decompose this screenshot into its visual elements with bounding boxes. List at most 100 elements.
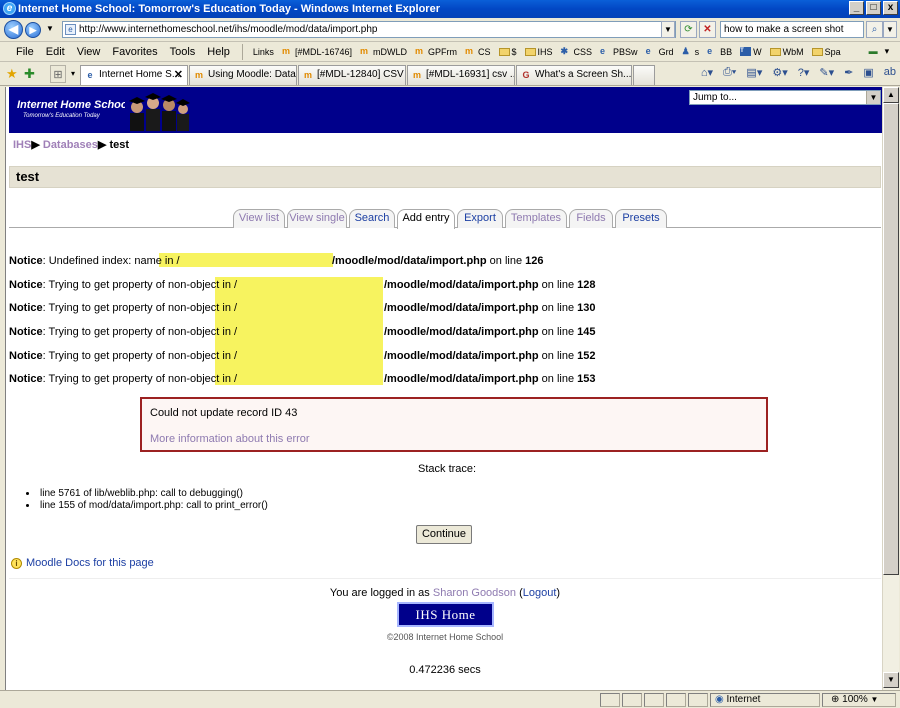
ihs-home-button[interactable]: IHS Home bbox=[397, 602, 494, 627]
new-tab-button[interactable] bbox=[633, 65, 655, 85]
link-bb[interactable]: e BB bbox=[703, 47, 736, 57]
browser-tab-5[interactable]: G What's a Screen Sh... bbox=[516, 65, 632, 85]
tab-templates[interactable]: Templates bbox=[505, 209, 567, 228]
minimize-button[interactable]: _ bbox=[849, 1, 864, 15]
error-message: Could not update record ID 43 bbox=[150, 407, 298, 419]
breadcrumb-databases[interactable]: Databases bbox=[43, 139, 98, 151]
page-icon: e bbox=[65, 24, 76, 35]
menu-favorites[interactable]: Favorites bbox=[106, 46, 163, 58]
blog-icon[interactable]: ✒ bbox=[844, 66, 853, 79]
link-dollar[interactable]: $ bbox=[495, 47, 521, 57]
tab-view-list[interactable]: View list bbox=[233, 209, 285, 228]
tab-view-single[interactable]: View single bbox=[287, 209, 347, 228]
page-menu-icon[interactable]: ▤▾ bbox=[746, 66, 762, 79]
site-header: Internet Home School Tomorrow's Educatio… bbox=[9, 87, 882, 133]
toolbar-icon: ▬ bbox=[868, 46, 878, 56]
copyright: ©2008 Internet Home School bbox=[386, 632, 504, 642]
globe-icon: ◉ bbox=[715, 694, 724, 705]
home-icon[interactable]: ⌂▾ bbox=[701, 66, 713, 79]
jump-to-select[interactable]: Jump to... ▼ bbox=[689, 90, 881, 105]
link-ihs[interactable]: IHS bbox=[521, 47, 557, 57]
moodle-icon: m bbox=[303, 70, 312, 80]
address-dropdown-icon[interactable]: ▼ bbox=[661, 21, 675, 38]
toolbar-options-icon[interactable]: ▬ ▾ bbox=[865, 46, 894, 57]
tab-export[interactable]: Export bbox=[457, 209, 503, 228]
tools-menu-icon[interactable]: ⚙▾ bbox=[772, 66, 787, 79]
links-label: Links bbox=[252, 46, 274, 57]
link-mdl-16746[interactable]: m [#MDL-16746] bbox=[278, 47, 356, 57]
site-logo[interactable]: Internet Home School Tomorrow's Educatio… bbox=[17, 99, 131, 119]
link-grd[interactable]: e Grd bbox=[642, 47, 678, 57]
link-spa[interactable]: Spa bbox=[808, 47, 845, 57]
folder-icon bbox=[498, 47, 510, 56]
error-more-info-link[interactable]: More information about this error bbox=[150, 433, 310, 445]
link-s[interactable]: ♟ s bbox=[678, 47, 704, 57]
research-icon[interactable]: ✎▾ bbox=[819, 66, 834, 79]
close-button[interactable]: x bbox=[883, 1, 898, 15]
menu-edit[interactable]: Edit bbox=[40, 46, 71, 58]
folder-icon bbox=[769, 47, 781, 56]
scroll-up-icon[interactable]: ▲ bbox=[883, 87, 899, 103]
link-w[interactable]: TW bbox=[736, 47, 766, 57]
menu-tools[interactable]: Tools bbox=[164, 46, 202, 58]
browser-tab-3[interactable]: m [#MDL-12840] CSV ... bbox=[298, 65, 406, 85]
zoom-control[interactable]: ⊕ 100% ▼ bbox=[822, 693, 896, 707]
continue-button[interactable]: Continue bbox=[416, 525, 472, 544]
menu-help[interactable]: Help bbox=[201, 46, 236, 58]
favorites-star-icon[interactable]: ★ bbox=[6, 65, 18, 83]
address-input[interactable]: e http://www.internethomeschool.net/ihs/… bbox=[62, 21, 676, 38]
notice-line: Notice: Trying to get property of non-ob… bbox=[9, 326, 596, 338]
link-wbm[interactable]: WbM bbox=[766, 47, 808, 57]
tab-presets[interactable]: Presets bbox=[615, 209, 667, 228]
print-icon[interactable]: ⎙▾ bbox=[723, 66, 736, 79]
forward-arrow-icon[interactable]: ▶ bbox=[25, 22, 41, 38]
tab-add-entry[interactable]: Add entry bbox=[397, 209, 455, 229]
maximize-button[interactable]: □ bbox=[866, 1, 881, 15]
help-icon[interactable]: ?▾ bbox=[798, 66, 810, 79]
link-css[interactable]: ✱ CSS bbox=[557, 47, 597, 57]
spell-icon[interactable]: ab bbox=[884, 66, 896, 79]
feed-icon[interactable]: ▣ bbox=[863, 66, 873, 79]
history-dropdown-icon[interactable]: ▼ bbox=[46, 24, 54, 33]
refresh-icon[interactable]: ⟳ bbox=[680, 21, 697, 38]
ie-logo-icon: e bbox=[3, 2, 16, 15]
breadcrumb-ihs[interactable]: IHS bbox=[13, 139, 31, 151]
browser-tab-1[interactable]: e Internet Home S... ✕ bbox=[80, 65, 188, 85]
moodle-icon: m bbox=[359, 46, 368, 56]
scroll-down-icon[interactable]: ▼ bbox=[883, 672, 899, 688]
logout-link[interactable]: Logout bbox=[523, 587, 557, 599]
stop-icon[interactable]: ✕ bbox=[699, 21, 716, 38]
browser-tab-4[interactable]: m [#MDL-16931] csv ... bbox=[407, 65, 515, 85]
menu-file[interactable]: File bbox=[0, 46, 40, 58]
moodle-icon: m bbox=[464, 46, 473, 56]
menu-view[interactable]: View bbox=[71, 46, 107, 58]
list-item: line 5761 of lib/weblib.php: call to deb… bbox=[26, 488, 268, 500]
moodle-docs-link[interactable]: i Moodle Docs for this page bbox=[11, 557, 154, 569]
scroll-thumb[interactable] bbox=[883, 103, 899, 575]
ie-page-icon: e bbox=[645, 46, 651, 56]
tab-bar: ★ ✚ ⊞ ▾ e Internet Home S... ✕ m Using M… bbox=[0, 63, 900, 86]
back-arrow-icon[interactable]: ◀ bbox=[4, 20, 23, 39]
tab-list-icon[interactable]: ▾ bbox=[68, 65, 78, 83]
user-link[interactable]: Sharon Goodson bbox=[433, 587, 516, 599]
close-tab-icon[interactable]: ✕ bbox=[174, 66, 183, 84]
link-cs[interactable]: m CS bbox=[461, 47, 495, 57]
vertical-scrollbar[interactable]: ▲ ▼ bbox=[882, 87, 899, 690]
breadcrumb: IHS▶ Databases▶ test bbox=[13, 139, 130, 151]
link-mdwld[interactable]: m mDWLD bbox=[356, 47, 411, 57]
add-favorite-icon[interactable]: ✚ bbox=[24, 65, 35, 83]
quick-tabs-icon[interactable]: ⊞ bbox=[50, 65, 66, 83]
search-input[interactable]: how to make a screen shot bbox=[720, 21, 864, 38]
search-options-icon[interactable]: ▼ bbox=[883, 21, 897, 38]
browser-tab-2[interactable]: m Using Moodle: Data... bbox=[189, 65, 297, 85]
tab-search[interactable]: Search bbox=[349, 209, 395, 228]
stack-trace-list: line 5761 of lib/weblib.php: call to deb… bbox=[26, 488, 268, 512]
status-pane bbox=[666, 693, 686, 707]
zoom-icon: ⊕ bbox=[831, 694, 840, 705]
search-icon[interactable]: ⌕ bbox=[866, 21, 883, 38]
link-pbsw[interactable]: e PBSw bbox=[596, 47, 642, 57]
tab-fields[interactable]: Fields bbox=[569, 209, 613, 228]
link-gpfrm[interactable]: m GPFrm bbox=[411, 47, 461, 57]
security-zone[interactable]: ◉ Internet bbox=[710, 693, 820, 707]
ie-page-icon: e bbox=[600, 46, 606, 56]
